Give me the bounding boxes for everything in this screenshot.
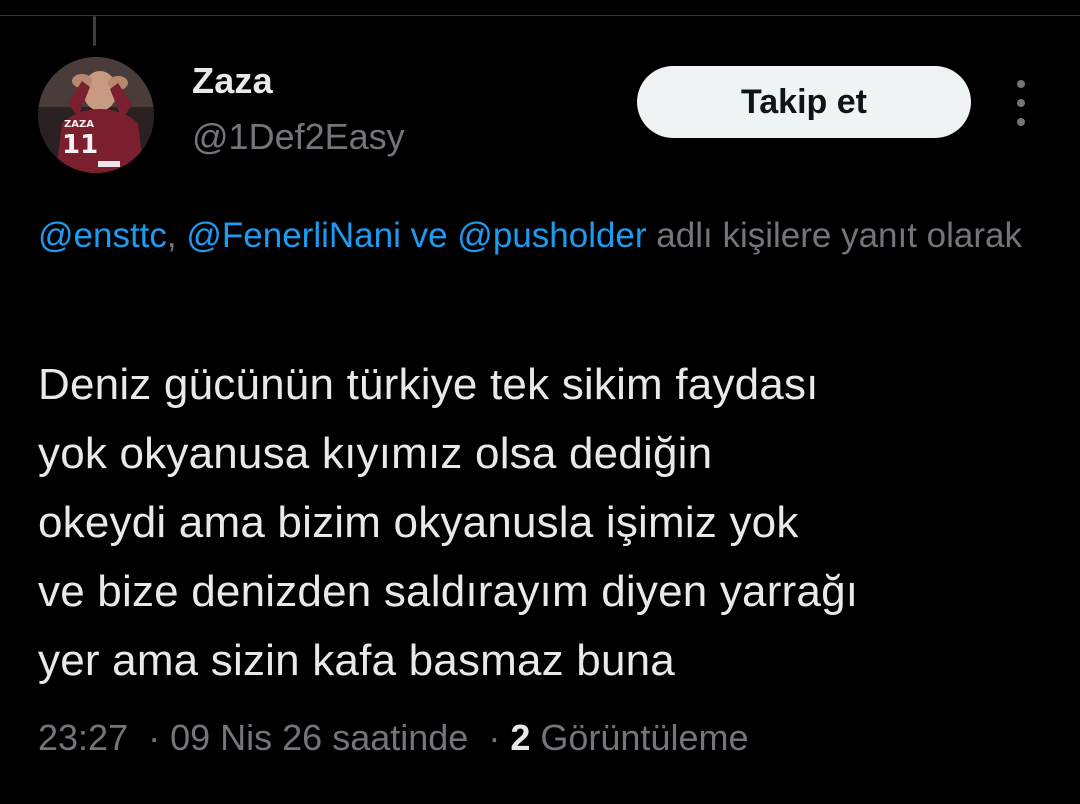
svg-text:11: 11 xyxy=(62,130,98,160)
thread-line xyxy=(93,16,96,46)
tweet-text-line: yer ama sizin kafa basmaz buna xyxy=(38,636,675,685)
more-vertical-icon xyxy=(1017,99,1025,107)
mention-link[interactable]: @pusholder xyxy=(457,216,646,255)
author-handle[interactable]: @1Def2Easy xyxy=(192,116,405,158)
tweet-meta: 23:27 · 09 Nis 26 saatinde · 2 Görüntüleme xyxy=(38,717,748,759)
reply-separator: , xyxy=(166,216,187,255)
top-divider xyxy=(0,15,1080,16)
more-vertical-icon xyxy=(1017,118,1025,126)
tweet-text-line: okeydi ama bizim okyanusla işimiz yok xyxy=(38,498,799,547)
meta-separator: · xyxy=(148,717,161,758)
author-display-name[interactable]: Zaza xyxy=(192,60,273,102)
tweet-text-line: ve bize denizden saldırayım diyen yarrağ… xyxy=(38,567,859,616)
avatar[interactable]: ZAZA 11 xyxy=(38,57,154,173)
tweet-text: Deniz gücünün türkiye tek sikim faydası … xyxy=(38,350,1068,695)
tweet-time[interactable]: 23:27 xyxy=(38,717,128,758)
tweet-date[interactable]: 09 Nis 26 saatinde xyxy=(170,717,468,758)
more-options-button[interactable] xyxy=(1006,80,1036,126)
views-label: Görüntüleme xyxy=(540,717,749,758)
mention-link[interactable]: @ensttc xyxy=(38,216,167,255)
meta-separator: · xyxy=(488,717,501,758)
views-count: 2 xyxy=(510,717,531,758)
tweet-text-line: Deniz gücünün türkiye tek sikim faydası xyxy=(38,360,819,409)
more-vertical-icon xyxy=(1017,80,1025,88)
tweet-text-line: yok okyanusa kıyımız olsa dediğin xyxy=(38,429,713,478)
svg-text:ZAZA: ZAZA xyxy=(64,119,94,130)
reply-context: @ensttc, @FenerliNani ve @pusholder adlı… xyxy=(38,206,1068,265)
reply-context-suffix: adlı kişilere yanıt olarak xyxy=(646,216,1023,255)
mention-link[interactable]: @FenerliNani xyxy=(186,216,401,255)
footballer-avatar-icon: ZAZA 11 xyxy=(38,57,154,173)
follow-button-label: Takip et xyxy=(741,82,867,121)
reply-separator: ve xyxy=(400,216,458,255)
follow-button[interactable]: Takip et xyxy=(637,66,971,138)
